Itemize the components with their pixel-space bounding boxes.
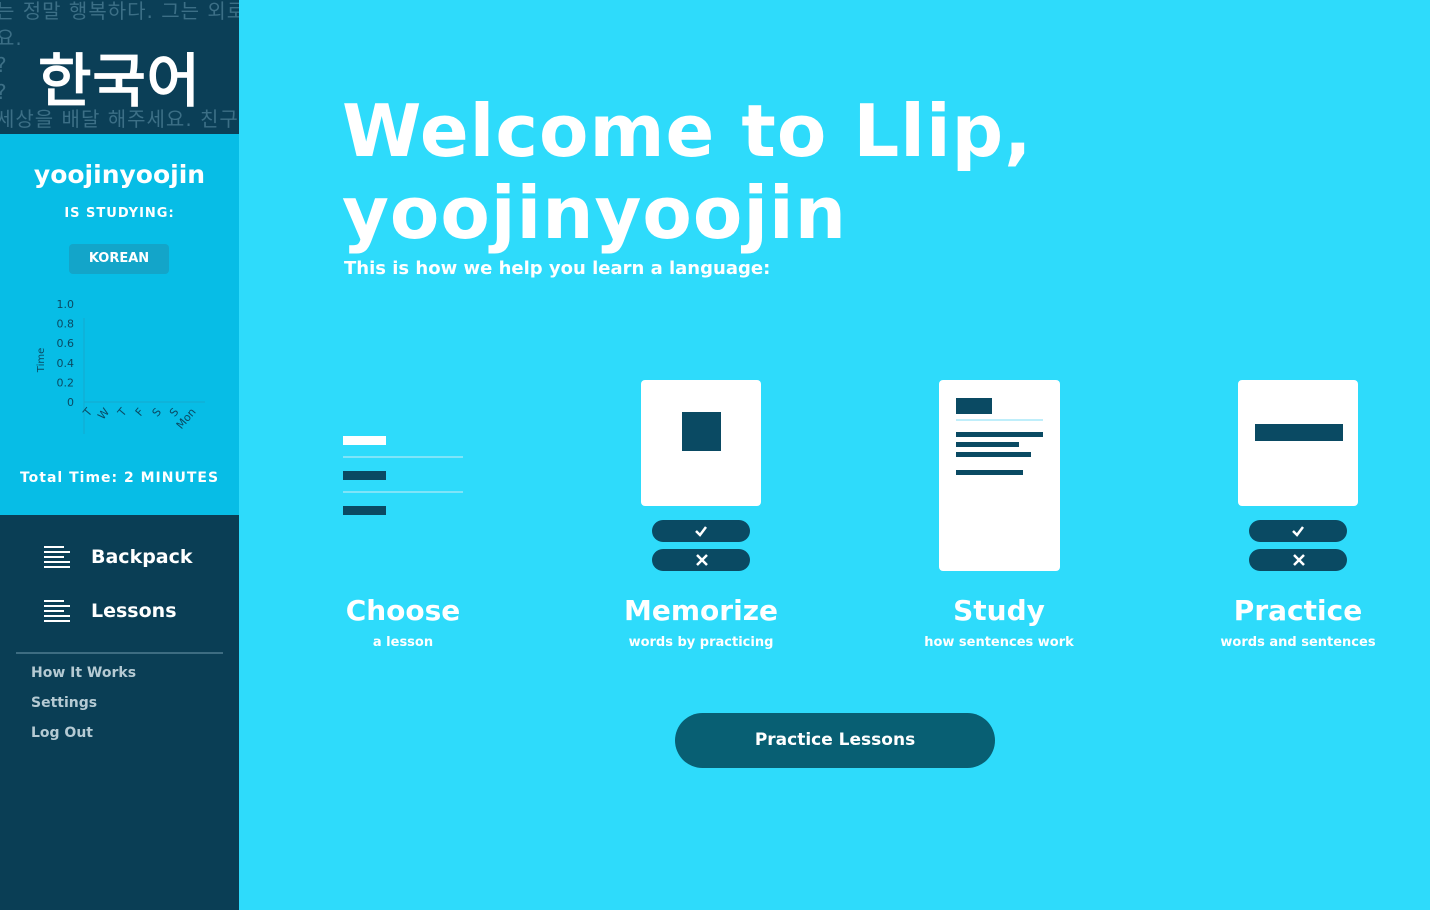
sidebar: 는 정말 행복하다. 그는 외로 요. 매 ? 재 ? 맨 세상을 배달 해주세… xyxy=(0,0,239,910)
list-icon xyxy=(44,600,70,622)
chart-x-tick-label: F xyxy=(133,406,147,419)
study-time-chart: Time 1.00.80.60.40.20 T W T F S SMon xyxy=(36,298,205,434)
step-study-desc: how sentences work xyxy=(924,635,1074,650)
chart-y-ticks: 1.0 0.8 0.6 0.4 0.2 0 xyxy=(57,298,75,409)
sidebar-divider xyxy=(16,652,223,654)
correct-pill xyxy=(1249,520,1347,542)
chart-y-tick-label: 0.4 xyxy=(57,357,75,370)
chart-x-tick-label: S xyxy=(150,406,164,420)
welcome-line-1: Welcome to Llip, xyxy=(342,89,1033,173)
check-icon xyxy=(1292,526,1304,537)
chart-ylabel: Time xyxy=(36,348,47,373)
step-practice-desc: words and sentences xyxy=(1220,635,1376,650)
step-practice-title: Practice xyxy=(1233,594,1363,627)
chart-x-tick-label: T xyxy=(80,405,95,419)
practice-lessons-button[interactable]: Practice Lessons xyxy=(675,713,995,768)
chart-y-tick-label: 0.8 xyxy=(57,318,75,331)
chart-y-tick-label: 0 xyxy=(67,396,74,409)
link-how-it-works[interactable]: How It Works xyxy=(31,665,136,681)
sentence-card-icon xyxy=(1238,380,1358,506)
welcome-heading: Welcome to Llip, yoojinyoojin xyxy=(342,90,1033,254)
profile-panel: yoojinyoojin IS STUDYING: KOREAN Time 1.… xyxy=(0,134,239,515)
nav-backpack-label: Backpack xyxy=(91,546,193,568)
doc-line xyxy=(956,432,1043,437)
nav-lessons[interactable]: Lessons xyxy=(44,596,177,626)
nav-backpack[interactable]: Backpack xyxy=(44,542,193,572)
main-content: Welcome to Llip, yoojinyoojin This is ho… xyxy=(240,0,1430,910)
step-choose-desc: a lesson xyxy=(372,635,434,650)
close-icon xyxy=(1293,554,1305,566)
link-log-out[interactable]: Log Out xyxy=(31,725,93,741)
list-icon xyxy=(44,546,70,568)
flashcard-icon xyxy=(641,380,761,506)
nav-lessons-label: Lessons xyxy=(91,600,177,622)
welcome-subtitle: This is how we help you learn a language… xyxy=(344,258,771,279)
lesson-list-icon xyxy=(343,436,463,515)
sentence-bar xyxy=(1255,424,1343,441)
step-memorize-desc: words by practicing xyxy=(628,635,774,650)
chart-y-tick-label: 0.2 xyxy=(57,376,75,389)
chart-x-tick-label: T xyxy=(115,405,130,419)
incorrect-pill xyxy=(652,549,750,571)
studying-label: IS STUDYING: xyxy=(64,206,175,221)
close-icon xyxy=(696,554,708,566)
step-study-title: Study xyxy=(953,594,1045,627)
logo-area: 는 정말 행복하다. 그는 외로 요. 매 ? 재 ? 맨 세상을 배달 해주세… xyxy=(0,0,239,134)
welcome-line-2: yoojinyoojin xyxy=(342,171,847,255)
incorrect-pill xyxy=(1249,549,1347,571)
chart-x-ticks: T W T F S SMon xyxy=(80,405,199,431)
chart-x-tick-label: W xyxy=(95,405,112,422)
logo[interactable]: 한국어 xyxy=(0,34,239,118)
language-badge[interactable]: KOREAN xyxy=(69,244,169,274)
check-icon xyxy=(695,526,707,537)
chart-y-tick-label: 1.0 xyxy=(57,298,75,311)
step-memorize-title: Memorize xyxy=(624,594,778,627)
doc-line xyxy=(956,442,1019,447)
step-choose-title: Choose xyxy=(345,594,461,627)
chart-x-tick-label: Mon xyxy=(174,406,199,432)
doc-rule xyxy=(956,419,1043,421)
doc-line xyxy=(956,470,1023,475)
document-icon xyxy=(939,380,1060,571)
link-settings[interactable]: Settings xyxy=(31,695,97,711)
flashcard-square xyxy=(682,412,721,451)
doc-heading-block xyxy=(956,398,992,414)
doc-line xyxy=(956,452,1031,457)
chart-y-tick-label: 0.6 xyxy=(57,337,75,350)
correct-pill xyxy=(652,520,750,542)
profile-username: yoojinyoojin xyxy=(33,160,206,189)
total-time: Total Time: 2 MINUTES xyxy=(19,470,220,486)
